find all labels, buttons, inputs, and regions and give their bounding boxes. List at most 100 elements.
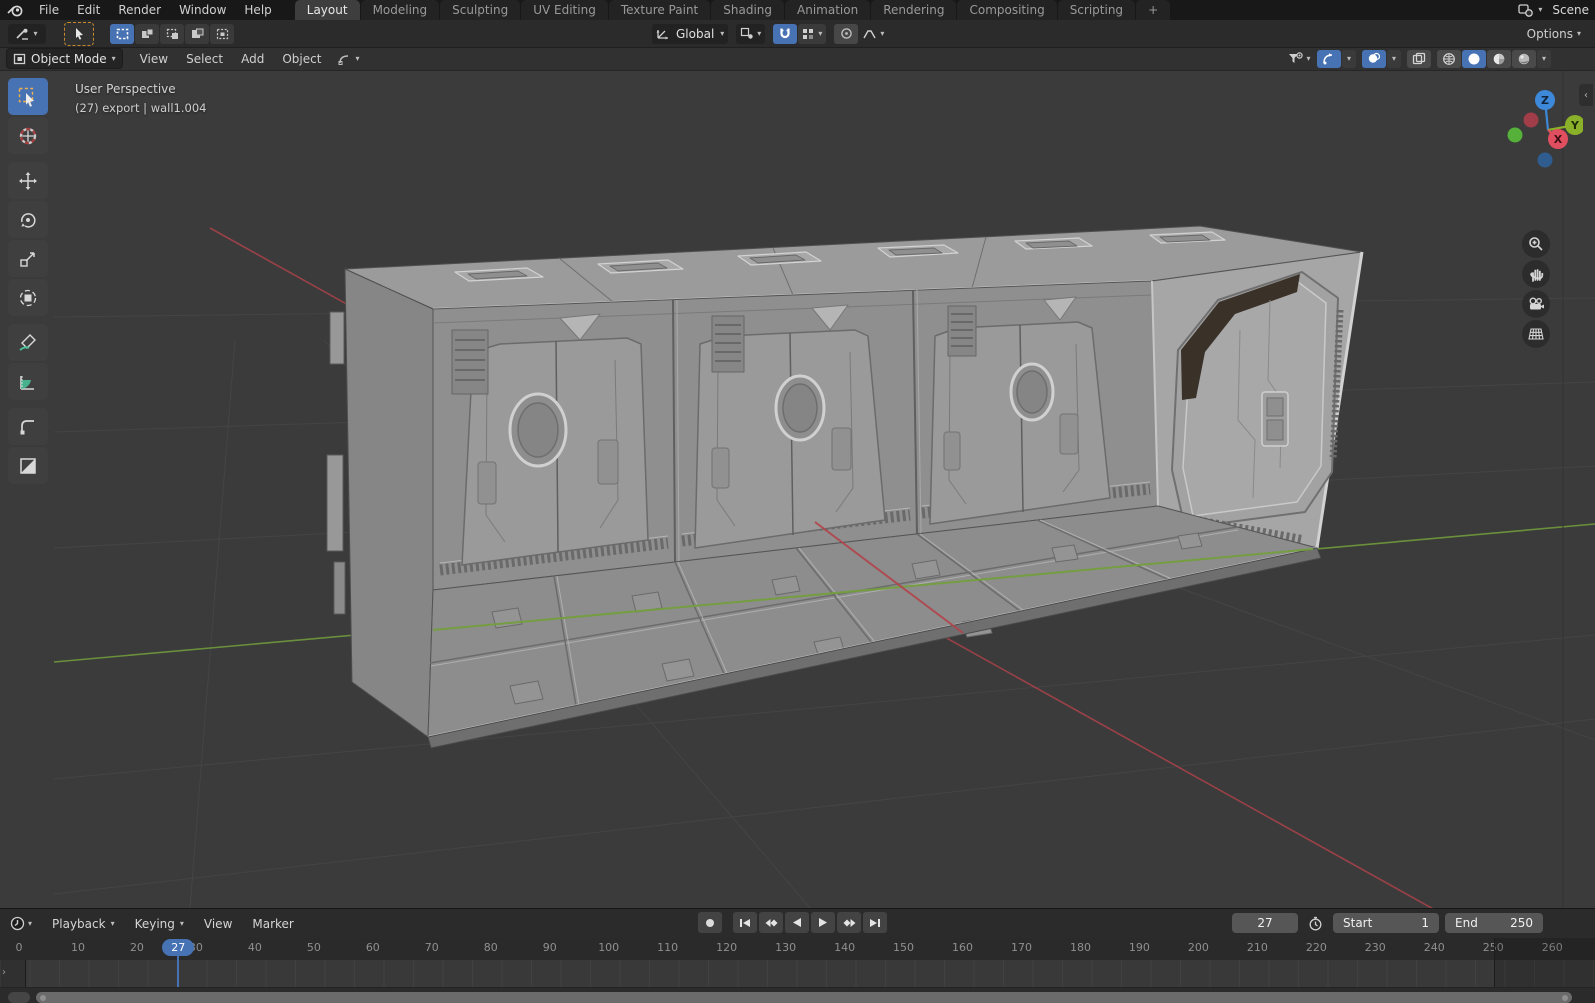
tool-move[interactable] bbox=[8, 162, 48, 199]
rendered-icon bbox=[1518, 53, 1530, 64]
proportional-falloff-dropdown[interactable]: ▾ bbox=[859, 24, 888, 44]
show-overlays-toggle[interactable] bbox=[1362, 49, 1386, 68]
tool-annotate[interactable] bbox=[8, 324, 48, 361]
tab-texture-paint[interactable]: Texture Paint bbox=[608, 0, 711, 20]
timeline-menu-marker[interactable]: Marker bbox=[242, 917, 303, 931]
start-value: 1 bbox=[1421, 916, 1429, 930]
editor-type-tool-button[interactable]: ▾ bbox=[8, 23, 46, 44]
shading-material-button[interactable] bbox=[1487, 49, 1511, 68]
select-mode-subtract[interactable] bbox=[160, 23, 184, 44]
viewport-menu-select[interactable]: Select bbox=[177, 52, 232, 66]
tool-select-box[interactable] bbox=[8, 78, 48, 115]
current-frame-field[interactable]: 27 bbox=[1232, 913, 1298, 933]
proportional-editing-toggle[interactable] bbox=[834, 23, 859, 44]
shading-solid-button[interactable] bbox=[1462, 49, 1486, 68]
menu-render[interactable]: Render bbox=[109, 3, 170, 17]
pan-button[interactable] bbox=[1522, 260, 1550, 288]
xray-toggle[interactable] bbox=[1407, 49, 1431, 68]
timeline-header: ▾ Playback ▾ Keying ▾ View Marker 27 Start 1 E… bbox=[0, 909, 1595, 938]
use-preview-range-toggle[interactable] bbox=[1304, 913, 1327, 933]
current-frame-indicator[interactable]: 27 bbox=[162, 939, 195, 956]
tab-sculpting[interactable]: Sculpting bbox=[440, 0, 521, 20]
toolbar bbox=[8, 78, 48, 484]
show-gizmo-toggle[interactable] bbox=[1317, 49, 1341, 68]
grid-globe-icon bbox=[1528, 328, 1544, 340]
object-visibility-dropdown[interactable]: ▾ bbox=[1287, 50, 1311, 68]
tab-compositing[interactable]: Compositing bbox=[957, 0, 1057, 20]
tab-shading[interactable]: Shading bbox=[711, 0, 784, 20]
select-mode-intersect[interactable] bbox=[210, 23, 234, 44]
tab-uv-editing[interactable]: UV Editing bbox=[521, 0, 608, 20]
timeline-menus: Playback ▾ Keying ▾ View Marker bbox=[42, 917, 304, 931]
viewport-menu-add[interactable]: Add bbox=[232, 52, 273, 66]
shading-dropdown[interactable]: ▾ bbox=[1537, 49, 1551, 68]
options-dropdown[interactable]: Options ▾ bbox=[1527, 27, 1581, 41]
tab-scripting[interactable]: Scripting bbox=[1057, 0, 1136, 20]
playhead[interactable] bbox=[177, 954, 180, 987]
shading-wireframe-button[interactable] bbox=[1437, 49, 1461, 68]
sidebar-toggle[interactable]: ‹ bbox=[1579, 84, 1593, 106]
tab--[interactable]: + bbox=[1136, 0, 1171, 20]
timeline-expand-arrow[interactable]: › bbox=[2, 967, 6, 978]
timeline-scrollbar[interactable] bbox=[36, 992, 1572, 1003]
frame-start-field[interactable]: Start 1 bbox=[1333, 913, 1439, 933]
shading-rendered-button[interactable] bbox=[1512, 49, 1536, 68]
blender-logo-icon[interactable] bbox=[0, 3, 30, 17]
tool-transform[interactable] bbox=[8, 279, 48, 316]
transform-widget-icon bbox=[338, 54, 349, 65]
scene-chevron-icon[interactable]: ▾ bbox=[1538, 6, 1542, 14]
previous-keyframe-button[interactable] bbox=[759, 912, 783, 933]
zoom-icon bbox=[1529, 237, 1543, 251]
menu-help[interactable]: Help bbox=[235, 3, 280, 17]
navigation-gizmo[interactable]: Z Y X bbox=[1483, 78, 1583, 173]
pivot-point-dropdown[interactable]: ▾ bbox=[736, 23, 766, 44]
tab-modeling[interactable]: Modeling bbox=[360, 0, 440, 20]
select-mode-set[interactable] bbox=[110, 23, 134, 44]
tool-cursor[interactable] bbox=[8, 117, 48, 154]
tab-layout[interactable]: Layout bbox=[294, 0, 360, 20]
viewport-menu-view[interactable]: View bbox=[131, 52, 177, 66]
gizmo-dropdown[interactable]: ▾ bbox=[1342, 49, 1356, 68]
mode-label: Object Mode bbox=[31, 51, 107, 66]
frame-end-field[interactable]: End 250 bbox=[1445, 913, 1543, 933]
menu-edit[interactable]: Edit bbox=[68, 3, 109, 17]
record-button[interactable] bbox=[698, 912, 722, 933]
tool-corner-pin[interactable] bbox=[8, 408, 48, 445]
tool-scale[interactable] bbox=[8, 240, 48, 277]
jump-to-start-button[interactable] bbox=[733, 912, 757, 933]
tab-rendering[interactable]: Rendering bbox=[871, 0, 957, 20]
active-tool-indicator[interactable] bbox=[64, 21, 94, 46]
timeline-track[interactable] bbox=[0, 960, 1595, 988]
transform-orientation-dropdown[interactable]: Global ▾ bbox=[652, 23, 729, 44]
viewport-3d[interactable]: User Perspective (27) export | wall1.004… bbox=[0, 70, 1595, 908]
jump-to-end-button[interactable] bbox=[863, 912, 887, 933]
zoom-button[interactable] bbox=[1522, 230, 1550, 258]
timeline-menu-playback[interactable]: Playback ▾ bbox=[42, 917, 125, 931]
overlays-dropdown[interactable]: ▾ bbox=[1387, 49, 1401, 68]
play-button[interactable] bbox=[811, 912, 835, 933]
orthographic-toggle-button[interactable] bbox=[1522, 320, 1550, 348]
overlays-icon bbox=[1368, 52, 1381, 63]
timeline-menu-keying[interactable]: Keying ▾ bbox=[125, 917, 194, 931]
tool-add-cube[interactable] bbox=[8, 447, 48, 484]
next-keyframe-button[interactable] bbox=[837, 912, 861, 933]
timeline-ruler[interactable]: 0 10 20 30 40 50 60 70 80 90 100 110 120 130 140 150 160… bbox=[0, 938, 1595, 960]
tool-rotate[interactable] bbox=[8, 201, 48, 238]
viewport-menu-object[interactable]: Object bbox=[273, 52, 330, 66]
timeline-menu-view[interactable]: View bbox=[194, 917, 242, 931]
menu-file[interactable]: File bbox=[30, 3, 68, 17]
snap-with-dropdown[interactable]: ▾ bbox=[798, 23, 827, 44]
tab-animation[interactable]: Animation bbox=[785, 0, 871, 20]
camera-view-button[interactable] bbox=[1522, 290, 1550, 318]
snap-toggle[interactable] bbox=[773, 23, 798, 44]
mode-dropdown[interactable]: Object Mode ▾ bbox=[6, 48, 123, 69]
tool-measure[interactable] bbox=[8, 363, 48, 400]
scene-name[interactable]: Scene bbox=[1552, 3, 1589, 17]
timeline-scrollbar-stub[interactable] bbox=[8, 992, 30, 1003]
select-mode-invert[interactable] bbox=[185, 23, 209, 44]
select-mode-extend[interactable] bbox=[135, 23, 159, 44]
editor-type-dropdown[interactable]: ▾ bbox=[6, 914, 36, 934]
play-reverse-button[interactable] bbox=[785, 912, 809, 933]
adjust-last-operation-dropdown[interactable]: ▾ bbox=[334, 49, 363, 69]
menu-window[interactable]: Window bbox=[170, 3, 235, 17]
